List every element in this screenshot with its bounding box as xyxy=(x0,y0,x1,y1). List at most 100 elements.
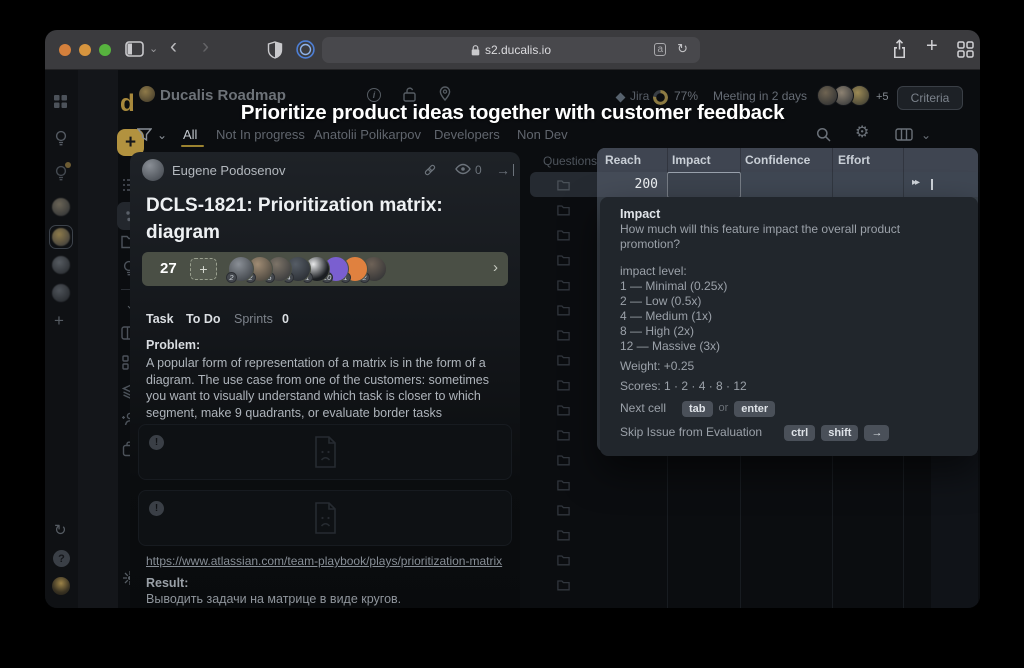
question-row[interactable] xyxy=(530,547,597,572)
filter-tab-all[interactable]: All xyxy=(183,127,197,142)
broken-image-icon xyxy=(309,434,341,470)
question-row[interactable] xyxy=(530,372,597,397)
window-minimize-button[interactable] xyxy=(79,44,91,56)
question-row[interactable] xyxy=(530,322,597,347)
search-icon[interactable] xyxy=(816,127,831,142)
impact-tooltip: Impact How much will this feature impact… xyxy=(600,197,978,456)
question-row[interactable] xyxy=(530,472,597,497)
attachment-placeholder[interactable]: ! xyxy=(138,490,512,546)
question-row[interactable] xyxy=(530,347,597,372)
problem-label: Problem: xyxy=(146,338,200,352)
filter-tab-developers[interactable]: Developers xyxy=(434,127,500,142)
reload-icon[interactable]: ↻ xyxy=(677,41,688,57)
column-header-effort[interactable]: Effort xyxy=(838,148,870,172)
key-shift: shift xyxy=(821,425,858,441)
warning-icon: ! xyxy=(149,435,164,450)
tooltip-title: Impact xyxy=(620,207,958,222)
help-icon[interactable]: ? xyxy=(53,550,70,567)
filter-tab-not-in-progress[interactable]: Not In progress xyxy=(216,127,305,142)
workspace-emoji xyxy=(139,86,155,102)
active-row-strip xyxy=(740,172,978,197)
filter-funnel-icon[interactable] xyxy=(137,128,152,142)
view-chevron-icon[interactable]: ⌄ xyxy=(921,126,931,144)
grid-line xyxy=(740,452,741,608)
skip-to-end-icon[interactable]: ▸▸ xyxy=(912,177,918,188)
add-vote-button[interactable]: + xyxy=(190,258,217,280)
question-row[interactable] xyxy=(530,222,597,247)
column-header-reach[interactable]: Reach xyxy=(605,148,641,172)
votes-bar[interactable]: 27 + 2 2 5 4 1 10 1 2 › xyxy=(142,252,508,286)
issue-status[interactable]: To Do xyxy=(186,312,220,326)
sync-icon[interactable]: ↻ xyxy=(54,522,67,540)
attachment-placeholder[interactable]: ! xyxy=(138,424,512,480)
vote-count: 27 xyxy=(160,260,177,277)
key-arrow-right: → xyxy=(864,425,889,441)
info-icon[interactable]: i xyxy=(367,88,381,102)
address-bar[interactable]: s2.ducalis.io a ↻ xyxy=(322,37,700,63)
idea-bulb-2-icon[interactable] xyxy=(54,165,68,182)
question-row-active[interactable] xyxy=(530,172,597,197)
active-tab-underline xyxy=(181,145,204,147)
reach-cell[interactable]: 200 xyxy=(597,172,667,197)
question-row[interactable] xyxy=(530,497,597,522)
result-text: Выводить задачи на матрице в виде кругов… xyxy=(146,592,401,606)
column-header-impact[interactable]: Impact xyxy=(672,148,711,172)
issue-title[interactable]: DCLS-1821: Prioritization matrix: diagra… xyxy=(146,192,506,246)
impact-input[interactable] xyxy=(667,172,741,198)
external-link[interactable]: https://www.atlassian.com/team-playbook/… xyxy=(146,554,502,568)
workspace-avatar[interactable] xyxy=(52,284,70,302)
question-row[interactable] xyxy=(530,297,597,322)
screenshot: ⌄ ‹ › s2.ducalis.io a ↻ + xyxy=(0,0,1024,668)
window-close-button[interactable] xyxy=(59,44,71,56)
filter-tab-non-dev[interactable]: Non Dev xyxy=(517,127,568,142)
question-row[interactable] xyxy=(530,272,597,297)
user-avatar[interactable] xyxy=(52,577,70,595)
warning-icon: ! xyxy=(149,501,164,516)
back-icon[interactable]: ‹ xyxy=(170,38,177,56)
watchers-eye-icon[interactable] xyxy=(455,163,471,175)
location-pin-icon[interactable] xyxy=(439,86,451,101)
sprints-label[interactable]: Sprints xyxy=(234,312,273,326)
votes-expand-chevron[interactable]: › xyxy=(493,259,498,276)
window-zoom-button[interactable] xyxy=(99,44,111,56)
copy-link-icon[interactable] xyxy=(422,162,438,178)
question-row[interactable] xyxy=(530,522,597,547)
question-row[interactable] xyxy=(530,447,597,472)
question-row[interactable] xyxy=(530,397,597,422)
idea-bulb-icon[interactable] xyxy=(54,130,68,147)
key-tab: tab xyxy=(682,401,713,417)
author-name[interactable]: Eugene Podosenov xyxy=(172,163,285,178)
skip-to-end-bar xyxy=(931,179,933,190)
tooltip-level: 4 — Medium (1x) xyxy=(620,309,958,324)
new-tab-icon[interactable]: + xyxy=(926,37,938,55)
view-columns-icon[interactable] xyxy=(895,128,913,141)
question-row[interactable] xyxy=(530,197,597,222)
voter-avatar[interactable]: 2 xyxy=(228,256,254,282)
skip-issue-icon[interactable]: → xyxy=(496,162,510,178)
privacy-shield-icon[interactable] xyxy=(267,41,283,59)
next-cell-label: Next cell xyxy=(620,401,666,416)
issue-type[interactable]: Task xyxy=(146,312,174,326)
question-row[interactable] xyxy=(530,422,597,447)
sidebar-chevron-icon[interactable]: ⌄ xyxy=(149,40,158,58)
filter-chevron-icon[interactable]: ⌄ xyxy=(157,126,167,144)
url-text: s2.ducalis.io xyxy=(485,43,551,57)
workspace-avatar[interactable] xyxy=(52,256,70,274)
sidebar-toggle-icon[interactable] xyxy=(125,41,144,57)
tab-overview-icon[interactable] xyxy=(957,41,974,58)
workspace-avatar-active[interactable] xyxy=(49,225,73,249)
translate-icon[interactable]: a xyxy=(654,43,666,56)
workspace-avatar[interactable] xyxy=(52,198,70,216)
add-workspace-icon[interactable]: + xyxy=(54,312,64,330)
skip-issue-label: Skip Issue from Evaluation xyxy=(620,425,762,440)
question-row[interactable] xyxy=(530,572,597,597)
forward-icon[interactable]: › xyxy=(202,38,209,56)
share-icon[interactable] xyxy=(891,39,908,59)
settings-gear-icon[interactable]: ⚙ xyxy=(855,124,869,142)
password-manager-icon[interactable] xyxy=(296,40,315,59)
filter-tab-anatolii[interactable]: Anatolii Polikarpov xyxy=(314,127,421,142)
unlock-icon[interactable] xyxy=(403,87,416,102)
watchers-count: 0 xyxy=(475,163,482,177)
question-row[interactable] xyxy=(530,247,597,272)
column-header-confidence[interactable]: Confidence xyxy=(745,148,810,172)
